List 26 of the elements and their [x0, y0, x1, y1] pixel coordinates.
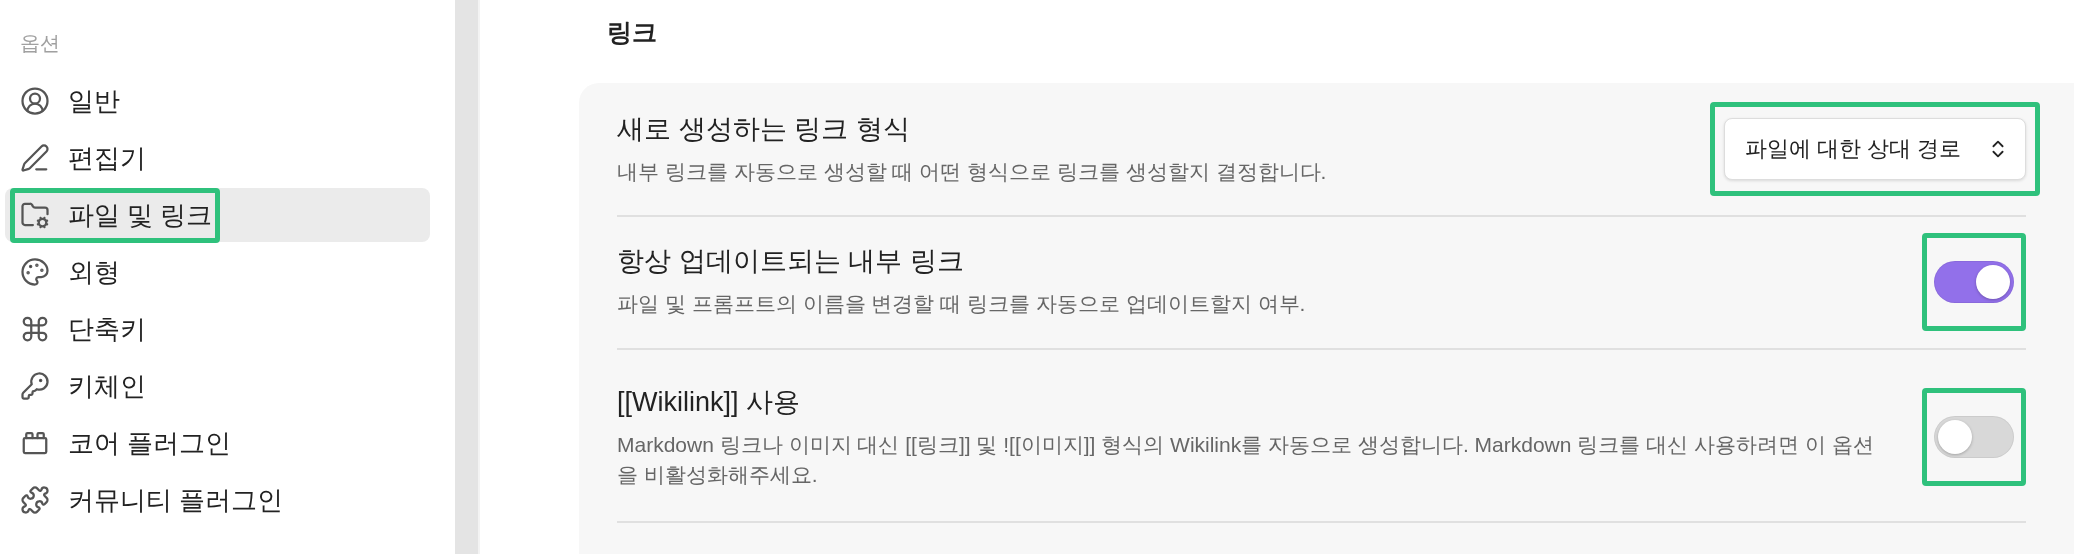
sidebar-item[interactable]: 외형 [5, 245, 430, 299]
folder-gear-icon [20, 200, 50, 230]
sidebar-heading: 옵션 [19, 31, 61, 56]
setting-description: 내부 링크를 자동으로 생성할 때 어떤 형식으로 링크를 생성할지 결정합니다. [617, 159, 1327, 185]
user-circle-icon [20, 86, 50, 116]
key-icon [20, 371, 50, 401]
toggle-switch[interactable] [1934, 260, 2014, 303]
command-icon [20, 314, 50, 344]
toggle-switch[interactable] [1934, 416, 2014, 459]
setting-description: Markdown 링크나 이미지 대신 [[링크]] 및 ![[이미지]] 형식의 Wikilink를 자동으로 생성합니다. Markdown 링크를 대신 사용하려면 이 옵션을 비활성화해주세요. [617, 431, 1875, 489]
link-format-dropdown[interactable]: 파일에 대한 상대 경로 [1723, 118, 2026, 181]
palette-icon [20, 257, 50, 287]
pen-icon [20, 143, 50, 173]
section-title: 링크 [607, 17, 658, 48]
setting-name: 새로 생성하는 링크 형식 [617, 113, 911, 146]
sidebar-item[interactable]: 키체인 [5, 359, 430, 413]
sidebar-item[interactable]: 단축키 [5, 302, 430, 356]
sidebar-item[interactable]: 일반 [5, 74, 430, 128]
sidebar-item[interactable]: 커뮤니티 플러그인 [5, 473, 430, 527]
setting-description: 파일 및 프롬프트의 이름을 변경할 때 링크를 자동으로 업데이트할지 여부. [617, 291, 1306, 318]
sidebar-item[interactable]: 코어 플러그인 [5, 416, 430, 470]
sidebar-item[interactable]: 편집기 [5, 131, 430, 185]
setting-name: 항상 업데이트되는 내부 링크 [617, 245, 965, 279]
puzzle-icon [20, 485, 50, 515]
setting-name: [[Wikilink]] 사용 [617, 385, 801, 419]
sidebar-item[interactable]: 파일 및 링크 [5, 188, 430, 242]
